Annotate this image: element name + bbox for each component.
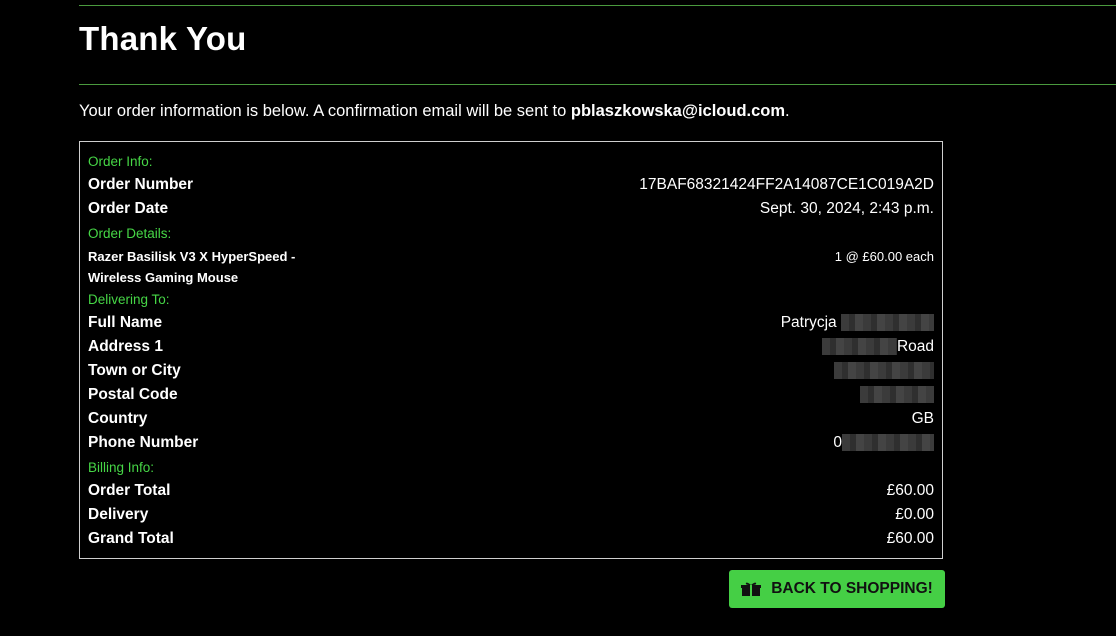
phone-value: 0 [833, 434, 934, 452]
order-summary-box: Order Info: Order Number 17BAF68321424FF… [79, 141, 943, 559]
phone-row: Phone Number 0 [88, 434, 934, 452]
redacted-street [821, 338, 897, 356]
phone-visible: 0 [833, 434, 842, 451]
address1-label: Address 1 [88, 338, 163, 355]
address1-value: Road [821, 338, 934, 356]
billing-heading: Billing Info: [88, 460, 155, 475]
redacted-town [834, 362, 934, 380]
delivery-heading: Delivering To: [88, 292, 170, 307]
page-title: Thank You [79, 20, 247, 57]
country-value: GB [911, 410, 934, 427]
order-number-row: Order Number 17BAF68321424FF2A14087CE1C0… [88, 176, 934, 194]
order-total-row: Order Total £60.00 [88, 482, 934, 500]
full-name-value: Patrycja [781, 314, 934, 332]
country-label: Country [88, 410, 148, 427]
grand-total-value: £60.00 [886, 530, 934, 547]
title-divider [79, 84, 1116, 85]
order-details-heading: Order Details: [88, 226, 172, 241]
order-info-heading: Order Info: [88, 154, 153, 169]
back-to-shopping-button[interactable]: BACK TO SHOPPING! [729, 570, 945, 608]
confirmation-suffix: . [785, 102, 790, 120]
order-total-label: Order Total [88, 482, 171, 499]
back-to-shopping-label: BACK TO SHOPPING! [771, 580, 933, 597]
top-divider [79, 5, 1116, 6]
full-name-visible: Patrycja [780, 314, 837, 331]
order-total-value: £60.00 [886, 482, 934, 499]
postal-code-label: Postal Code [88, 386, 178, 403]
full-name-row: Full Name Patrycja [88, 314, 934, 332]
order-date-row: Order Date Sept. 30, 2024, 2:43 p.m. [88, 200, 934, 218]
delivery-cost-value: £0.00 [895, 506, 934, 523]
order-number-value: 17BAF68321424FF2A14087CE1C019A2D [639, 176, 934, 193]
address1-row: Address 1 Road [88, 338, 934, 356]
delivery-cost-row: Delivery £0.00 [88, 506, 934, 524]
gift-icon [741, 582, 762, 596]
confirmation-email: pblaszkowska@icloud.com [570, 102, 786, 120]
postal-code-row: Postal Code [88, 386, 934, 404]
country-row: Country GB [88, 410, 934, 428]
order-date-label: Order Date [88, 200, 169, 217]
address1-visible: Road [896, 338, 934, 355]
grand-total-row: Grand Total £60.00 [88, 530, 934, 548]
product-name: Razer Basilisk V3 X HyperSpeed - Wireles… [88, 249, 296, 285]
confirmation-text: Your order information is below. A confi… [79, 102, 571, 120]
redacted-surname [841, 314, 934, 332]
product-quantity-price: 1 @ £60.00 each [834, 249, 934, 264]
town-label: Town or City [88, 362, 181, 379]
order-item-row: Razer Basilisk V3 X HyperSpeed - Wireles… [88, 246, 934, 288]
phone-label: Phone Number [88, 434, 199, 451]
grand-total-label: Grand Total [88, 530, 174, 547]
confirmation-message: Your order information is below. A confi… [79, 102, 790, 121]
town-value [834, 362, 934, 380]
town-row: Town or City [88, 362, 934, 380]
order-number-label: Order Number [88, 176, 194, 193]
postal-code-value [860, 386, 934, 404]
redacted-postcode [860, 386, 934, 404]
order-date-value: Sept. 30, 2024, 2:43 p.m. [759, 200, 934, 217]
redacted-phone [842, 434, 934, 452]
delivery-cost-label: Delivery [88, 506, 149, 523]
full-name-label: Full Name [88, 314, 163, 331]
checkout-success-page: Thank You Your order information is belo… [0, 0, 1116, 636]
